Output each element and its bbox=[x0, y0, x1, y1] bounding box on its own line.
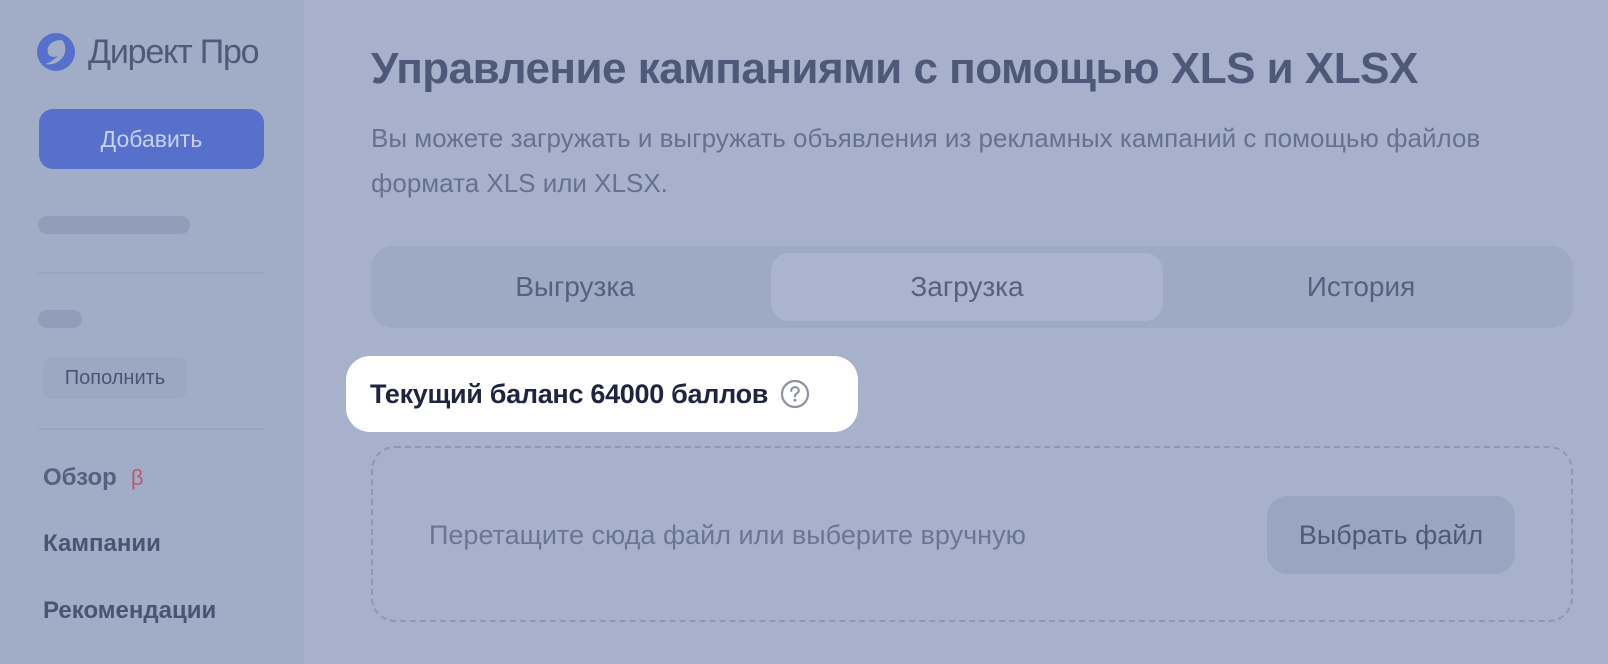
nav-item-overview[interactable]: Обзор β bbox=[43, 464, 143, 492]
balance-text: Текущий баланс 64000 баллов bbox=[370, 378, 769, 409]
loading-placeholder bbox=[38, 310, 82, 328]
balance-callout: Текущий баланс 64000 баллов bbox=[346, 356, 858, 432]
main-content: Управление кампаниями с помощью XLS и XL… bbox=[304, 0, 1608, 664]
direct-logo-icon bbox=[37, 33, 75, 71]
divider bbox=[38, 428, 264, 430]
tab-export[interactable]: Выгрузка bbox=[379, 253, 771, 321]
page-description: Вы можете загружать и выгружать объявлен… bbox=[371, 123, 1481, 198]
question-circle-icon[interactable] bbox=[780, 379, 810, 409]
nav-item-campaigns[interactable]: Кампании bbox=[43, 530, 161, 558]
tab-import[interactable]: Загрузка bbox=[771, 253, 1163, 321]
nav-item-recommendations[interactable]: Рекомендации bbox=[43, 597, 216, 625]
loading-placeholder bbox=[38, 216, 190, 234]
nav-item-label: Кампании bbox=[43, 530, 161, 557]
dropzone-hint: Перетащите сюда файл или выберите вручну… bbox=[429, 520, 1026, 550]
topup-button[interactable]: Пополнить bbox=[43, 357, 187, 399]
nav-item-label: Рекомендации bbox=[43, 597, 217, 624]
sidebar: Директ Про Добавить Пополнить Обзор β Ка… bbox=[0, 0, 304, 664]
tab-bar: Выгрузка Загрузка История bbox=[371, 246, 1573, 328]
brand-logo[interactable]: Директ Про bbox=[36, 30, 260, 74]
file-dropzone[interactable]: Перетащите сюда файл или выберите вручну… bbox=[371, 446, 1573, 622]
divider bbox=[38, 272, 264, 274]
nav-item-label: Обзор bbox=[43, 464, 117, 491]
brand-name: Директ Про bbox=[88, 33, 260, 71]
choose-file-button[interactable]: Выбрать файл bbox=[1267, 496, 1515, 574]
tab-history[interactable]: История bbox=[1165, 253, 1557, 321]
beta-badge: β bbox=[130, 465, 144, 490]
add-button[interactable]: Добавить bbox=[39, 109, 264, 169]
page-title: Управление кампаниями с помощью XLS и XL… bbox=[371, 44, 1418, 93]
